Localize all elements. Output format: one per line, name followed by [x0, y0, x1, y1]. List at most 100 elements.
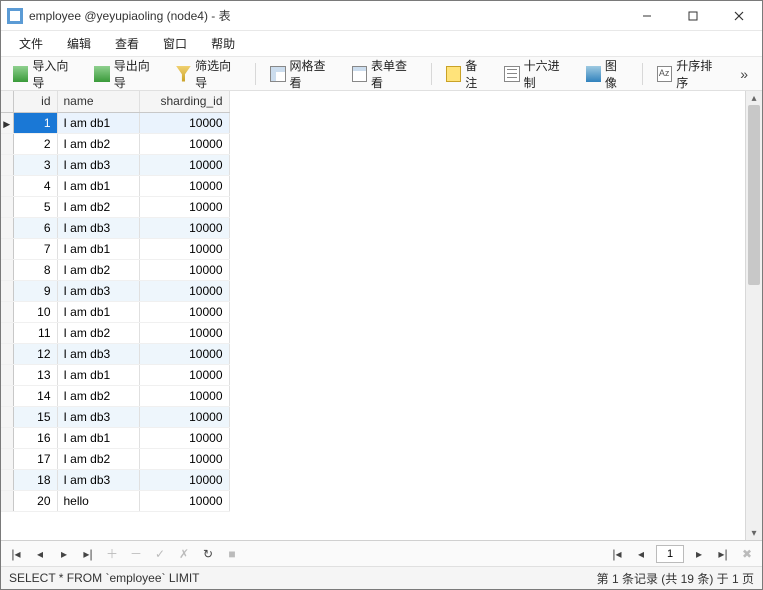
table-row[interactable]: 6I am db310000	[1, 217, 229, 238]
row-marker[interactable]	[1, 427, 13, 448]
cell-name[interactable]: I am db3	[57, 343, 139, 364]
row-marker[interactable]	[1, 238, 13, 259]
cell-id[interactable]: 15	[13, 406, 57, 427]
page-first-button[interactable]: |◂	[608, 545, 626, 563]
toolbar-overflow-button[interactable]: »	[732, 66, 756, 82]
cell-sharding-id[interactable]: 10000	[139, 280, 229, 301]
row-marker-header[interactable]	[1, 91, 13, 112]
cell-id[interactable]: 17	[13, 448, 57, 469]
cell-name[interactable]: I am db2	[57, 385, 139, 406]
nav-refresh-button[interactable]: ↻	[199, 545, 217, 563]
table-row[interactable]: 8I am db210000	[1, 259, 229, 280]
cell-sharding-id[interactable]: 10000	[139, 259, 229, 280]
nav-cancel-button[interactable]: ✗	[175, 545, 193, 563]
row-marker[interactable]	[1, 112, 13, 133]
page-settings-button[interactable]: ✖	[738, 545, 756, 563]
table-row[interactable]: 12I am db310000	[1, 343, 229, 364]
row-marker[interactable]	[1, 259, 13, 280]
table-row[interactable]: 20hello10000	[1, 490, 229, 511]
nav-apply-button[interactable]: ✓	[151, 545, 169, 563]
cell-id[interactable]: 12	[13, 343, 57, 364]
row-marker[interactable]	[1, 196, 13, 217]
cell-sharding-id[interactable]: 10000	[139, 154, 229, 175]
cell-id[interactable]: 9	[13, 280, 57, 301]
cell-id[interactable]: 7	[13, 238, 57, 259]
nav-stop-button[interactable]: ■	[223, 545, 241, 563]
cell-name[interactable]: hello	[57, 490, 139, 511]
menu-edit[interactable]: 编辑	[57, 32, 101, 55]
cell-id[interactable]: 6	[13, 217, 57, 238]
export-wizard-button[interactable]: 导出向导	[88, 54, 165, 94]
vertical-scrollbar[interactable]: ▴ ▾	[745, 91, 762, 540]
cell-sharding-id[interactable]: 10000	[139, 301, 229, 322]
notes-button[interactable]: 备注	[440, 54, 494, 94]
cell-sharding-id[interactable]: 10000	[139, 196, 229, 217]
cell-id[interactable]: 10	[13, 301, 57, 322]
scroll-up-icon[interactable]: ▴	[746, 91, 762, 105]
row-marker[interactable]	[1, 364, 13, 385]
cell-name[interactable]: I am db1	[57, 112, 139, 133]
nav-last-button[interactable]: ▸|	[79, 545, 97, 563]
table-row[interactable]: 10I am db110000	[1, 301, 229, 322]
table-row[interactable]: 5I am db210000	[1, 196, 229, 217]
table-row[interactable]: 9I am db310000	[1, 280, 229, 301]
nav-add-button[interactable]: ＋	[103, 545, 121, 563]
cell-id[interactable]: 5	[13, 196, 57, 217]
cell-sharding-id[interactable]: 10000	[139, 322, 229, 343]
table-row[interactable]: 2I am db210000	[1, 133, 229, 154]
nav-next-button[interactable]: ▸	[55, 545, 73, 563]
cell-name[interactable]: I am db1	[57, 175, 139, 196]
nav-first-button[interactable]: |◂	[7, 545, 25, 563]
row-marker[interactable]	[1, 154, 13, 175]
row-marker[interactable]	[1, 406, 13, 427]
cell-sharding-id[interactable]: 10000	[139, 175, 229, 196]
cell-id[interactable]: 8	[13, 259, 57, 280]
row-marker[interactable]	[1, 133, 13, 154]
column-header-sharding-id[interactable]: sharding_id	[139, 91, 229, 112]
cell-name[interactable]: I am db2	[57, 133, 139, 154]
menu-window[interactable]: 窗口	[153, 32, 197, 55]
table-row[interactable]: 3I am db310000	[1, 154, 229, 175]
cell-sharding-id[interactable]: 10000	[139, 217, 229, 238]
page-input[interactable]	[656, 545, 684, 563]
row-marker[interactable]	[1, 469, 13, 490]
row-marker[interactable]	[1, 217, 13, 238]
close-button[interactable]	[716, 1, 762, 30]
table-row[interactable]: 15I am db310000	[1, 406, 229, 427]
cell-name[interactable]: I am db1	[57, 364, 139, 385]
page-next-button[interactable]: ▸	[690, 545, 708, 563]
maximize-button[interactable]	[670, 1, 716, 30]
menu-file[interactable]: 文件	[9, 32, 53, 55]
table-row[interactable]: 7I am db110000	[1, 238, 229, 259]
image-button[interactable]: 图像	[580, 54, 634, 94]
cell-name[interactable]: I am db3	[57, 469, 139, 490]
cell-id[interactable]: 14	[13, 385, 57, 406]
row-marker[interactable]	[1, 280, 13, 301]
table-row[interactable]: 11I am db210000	[1, 322, 229, 343]
cell-id[interactable]: 11	[13, 322, 57, 343]
cell-sharding-id[interactable]: 10000	[139, 133, 229, 154]
cell-sharding-id[interactable]: 10000	[139, 112, 229, 133]
row-marker[interactable]	[1, 322, 13, 343]
table-row[interactable]: 1I am db110000	[1, 112, 229, 133]
hex-button[interactable]: 十六进制	[498, 54, 575, 94]
cell-sharding-id[interactable]: 10000	[139, 490, 229, 511]
table-row[interactable]: 17I am db210000	[1, 448, 229, 469]
table-row[interactable]: 4I am db110000	[1, 175, 229, 196]
cell-name[interactable]: I am db2	[57, 448, 139, 469]
table-row[interactable]: 13I am db110000	[1, 364, 229, 385]
cell-id[interactable]: 13	[13, 364, 57, 385]
scroll-down-icon[interactable]: ▾	[746, 526, 762, 540]
cell-sharding-id[interactable]: 10000	[139, 343, 229, 364]
cell-name[interactable]: I am db1	[57, 238, 139, 259]
row-marker[interactable]	[1, 175, 13, 196]
cell-sharding-id[interactable]: 10000	[139, 385, 229, 406]
cell-sharding-id[interactable]: 10000	[139, 469, 229, 490]
filter-wizard-button[interactable]: 筛选向导	[170, 54, 247, 94]
cell-name[interactable]: I am db2	[57, 259, 139, 280]
table-row[interactable]: 16I am db110000	[1, 427, 229, 448]
row-marker[interactable]	[1, 490, 13, 511]
grid-view-button[interactable]: 网格查看	[264, 54, 341, 94]
nav-prev-button[interactable]: ◂	[31, 545, 49, 563]
row-marker[interactable]	[1, 448, 13, 469]
